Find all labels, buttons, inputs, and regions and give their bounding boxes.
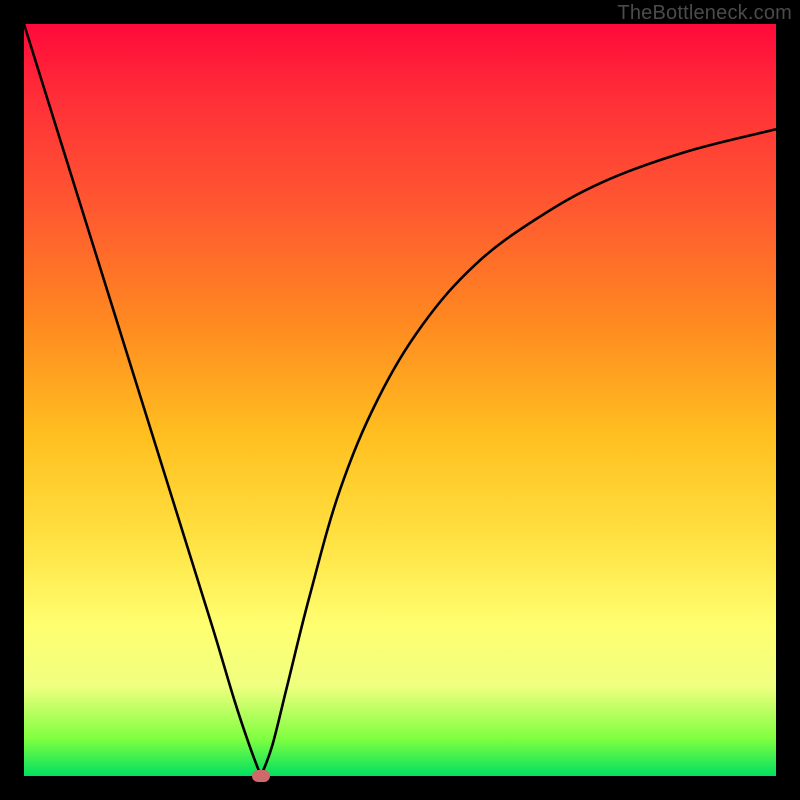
watermark-text: TheBottleneck.com (617, 2, 792, 25)
plot-area (24, 24, 776, 776)
chart-container: TheBottleneck.com (0, 0, 800, 800)
curve-left (24, 24, 261, 776)
minimum-marker (252, 770, 270, 782)
curve-svg (24, 24, 776, 776)
curve-right (261, 129, 776, 776)
